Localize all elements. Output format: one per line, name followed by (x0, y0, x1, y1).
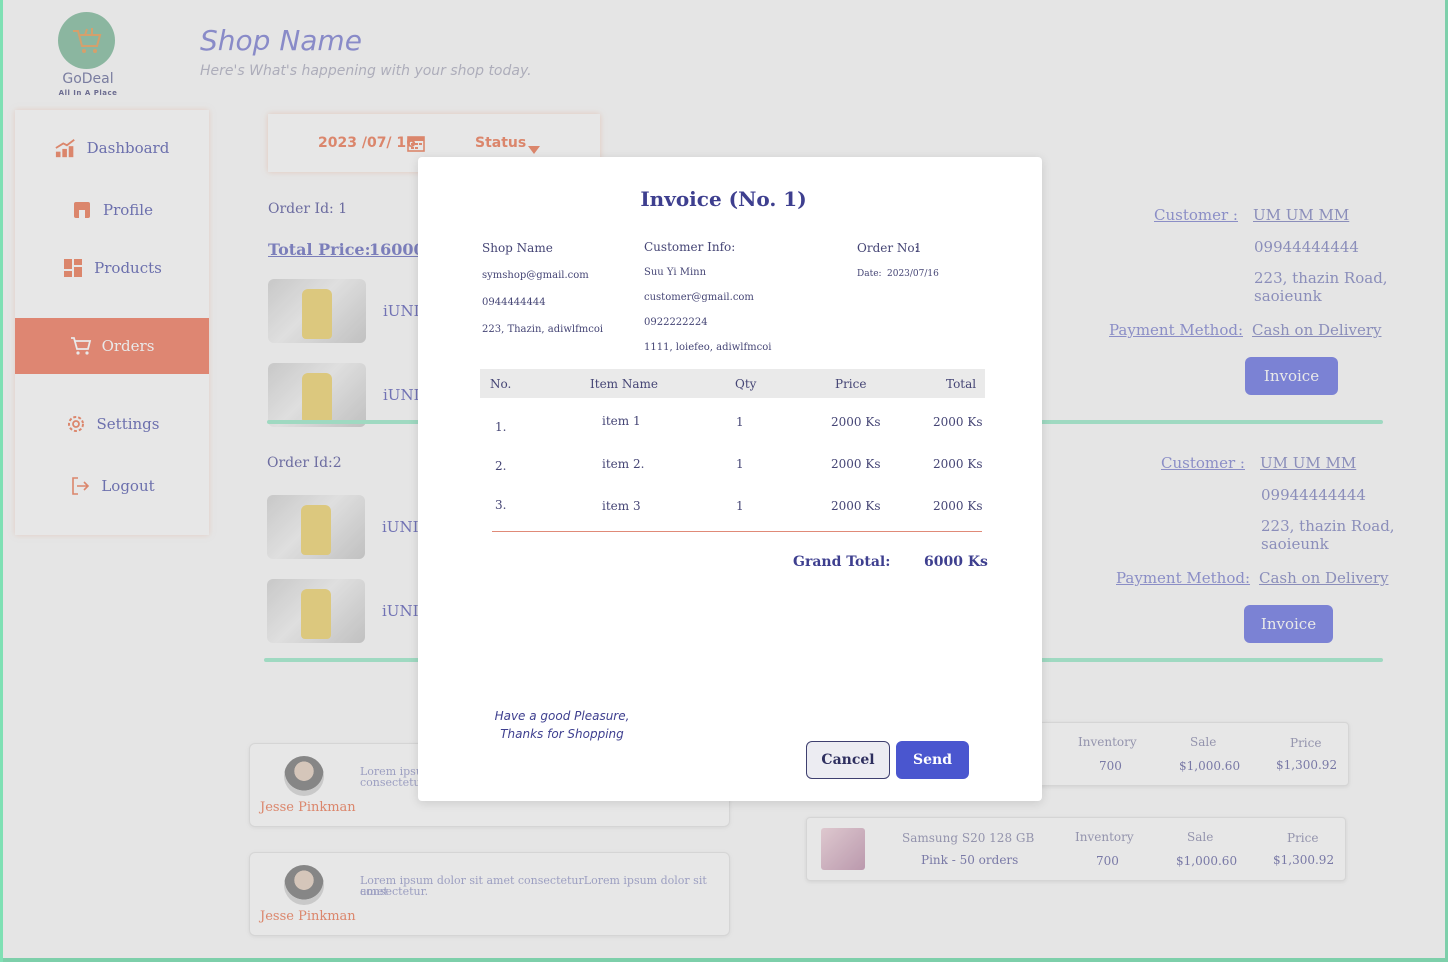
row-total: 2000 Ks (933, 415, 983, 429)
row-qty: 1 (736, 415, 744, 429)
row-item: item 3 (602, 499, 641, 513)
row-no: 2. (495, 459, 507, 473)
grand-total-label: Grand Total: (793, 554, 891, 570)
table-header: No. Item Name Qty Price Total (480, 369, 985, 398)
customer-address: 1111, loiefeo, adiwlfmcoi (644, 342, 772, 353)
send-button[interactable]: Send (896, 741, 969, 779)
invoice-modal: Invoice (No. 1) Shop Name symshop@gmail.… (418, 157, 1042, 801)
app-page: GoDeal All In A Place Shop Name Here's W… (0, 0, 1448, 962)
date-label: Date: (857, 269, 882, 279)
customer-info-heading: Customer Info: (644, 240, 736, 254)
row-item: item 2. (602, 457, 645, 471)
row-price: 2000 Ks (831, 415, 881, 429)
shop-email: symshop@gmail.com (482, 270, 589, 281)
date-value: 2023/07/16 (887, 269, 939, 279)
row-qty: 1 (736, 499, 744, 513)
customer-phone: 0922222224 (644, 317, 708, 328)
row-price: 2000 Ks (831, 457, 881, 471)
thanks-message: Have a good Pleasure, Thanks for Shoppin… (482, 707, 642, 743)
grand-total-value: 6000 Ks (924, 554, 988, 570)
thanks-line: Thanks for Shopping (500, 727, 624, 741)
row-qty: 1 (736, 457, 744, 471)
column-header: Item Name (590, 377, 658, 391)
order-no-value: 1 (914, 241, 922, 255)
shop-heading: Shop Name (482, 241, 553, 255)
column-header: Price (835, 377, 867, 391)
row-total: 2000 Ks (933, 499, 983, 513)
customer-name: Suu Yi Minn (644, 267, 707, 278)
row-total: 2000 Ks (933, 457, 983, 471)
column-header: Qty (735, 377, 757, 391)
row-price: 2000 Ks (831, 499, 881, 513)
invoice-title: Invoice (No. 1) (640, 187, 807, 211)
order-no-label: Order No: (857, 241, 919, 255)
row-no: 3. (495, 498, 507, 512)
shop-phone: 0944444444 (482, 297, 546, 308)
divider (492, 531, 982, 532)
row-no: 1. (495, 420, 507, 434)
column-header: Total (946, 377, 977, 391)
shop-address: 223, Thazin, adiwlfmcoi (482, 324, 604, 335)
cancel-button[interactable]: Cancel (806, 741, 890, 779)
thanks-line: Have a good Pleasure, (494, 709, 630, 723)
column-header: No. (490, 377, 512, 391)
row-item: item 1 (602, 414, 641, 428)
customer-email: customer@gmail.com (644, 292, 754, 303)
